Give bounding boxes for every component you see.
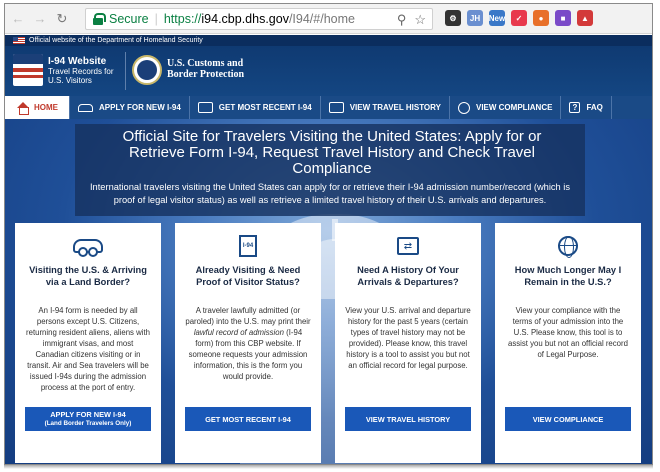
nav-apply[interactable]: APPLY FOR NEW I-94	[70, 96, 190, 119]
site-subtitle: Travel Records for U.S. Visitors	[48, 67, 114, 85]
jh-extension[interactable]: JH	[467, 10, 483, 26]
button-sublabel: (Land Border Travelers Only)	[44, 420, 132, 427]
nav-apply-label: APPLY FOR NEW I-94	[99, 103, 181, 112]
hero-section: Official Site for Travelers Visiting the…	[5, 119, 652, 464]
view-travel-history-button[interactable]: VIEW TRAVEL HISTORY	[345, 407, 471, 431]
card-document-icon: I-94	[233, 235, 263, 257]
purple-extension-icon[interactable]: ■	[555, 10, 571, 26]
card-body: An I-94 form is needed by all persons ex…	[26, 306, 150, 392]
url-protocol: https://	[163, 12, 202, 26]
url-path: /I94/#/home	[288, 12, 355, 26]
card-globe-icon	[553, 235, 583, 258]
nav-faq-label: FAQ	[586, 103, 603, 112]
button-label: VIEW COMPLIANCE	[532, 414, 604, 424]
home-icon	[17, 102, 29, 115]
nav-get-recent-label: GET MOST RECENT I-94	[218, 103, 312, 112]
card-body-italic: lawful record of admission	[193, 328, 284, 337]
card-get-recent: I-94 Already Visiting & Need Proof of Vi…	[175, 223, 321, 463]
nav-compliance[interactable]: VIEW COMPLIANCE	[450, 96, 562, 119]
card-title: Need A History Of Your Arrivals & Depart…	[357, 265, 459, 287]
card-car-icon	[73, 235, 103, 257]
button-label: APPLY FOR NEW I-94	[50, 410, 126, 419]
card-body: View your compliance with the terms of y…	[508, 306, 628, 359]
url-host: i94.cbp.dhs.gov	[201, 12, 289, 26]
bookmark-star-icon[interactable]: ☆	[414, 12, 426, 28]
red-extension-icon[interactable]: ▲	[577, 10, 593, 26]
browser-toolbar: ← → ↻ Secure | https:// i94.cbp.dhs.gov …	[5, 4, 652, 34]
document-icon	[197, 102, 213, 113]
apply-new-i94-button[interactable]: APPLY FOR NEW I-94 (Land Border Traveler…	[25, 407, 151, 431]
button-label: VIEW TRAVEL HISTORY	[365, 414, 451, 424]
omnibox-actions: ⚲ ☆	[397, 12, 426, 28]
globe-icon	[457, 101, 470, 114]
orange-extension-icon[interactable]: ●	[533, 10, 549, 26]
back-arrow-icon[interactable]: ←	[9, 10, 27, 28]
card-title: Already Visiting & Need Proof of Visitor…	[195, 265, 301, 287]
card-title: Visiting the U.S. & Arriving via a Land …	[29, 265, 147, 287]
card-apply: Visiting the U.S. & Arriving via a Land …	[15, 223, 161, 463]
hero-text: International travelers visiting the Uni…	[89, 182, 571, 205]
view-compliance-button[interactable]: VIEW COMPLIANCE	[505, 407, 631, 431]
hero-title: Official Site for Travelers Visiting the…	[122, 128, 542, 177]
nav-get-recent[interactable]: GET MOST RECENT I-94	[190, 96, 321, 119]
address-bar[interactable]: Secure | https:// i94.cbp.dhs.gov /I94/#…	[85, 8, 433, 30]
main-nav: HOME APPLY FOR NEW I-94 GET MOST RECENT …	[5, 96, 652, 119]
screenshot-frame: ← → ↻ Secure | https:// i94.cbp.dhs.gov …	[4, 3, 653, 465]
nav-travel-history-label: VIEW TRAVEL HISTORY	[349, 103, 441, 112]
site-name[interactable]: I-94 Website	[48, 57, 106, 67]
nav-compliance-label: VIEW COMPLIANCE	[475, 103, 553, 112]
car-icon	[78, 103, 93, 112]
gov-banner-text: Official website of the Department of Ho…	[29, 37, 203, 44]
nav-home-label: HOME	[34, 103, 58, 112]
gov-banner: Official website of the Department of Ho…	[5, 35, 652, 46]
card-title: How Much Longer May I Remain in the U.S.…	[514, 265, 622, 287]
nav-home[interactable]: HOME	[5, 96, 70, 119]
us-flag-icon	[13, 37, 25, 44]
nav-faq[interactable]: ? FAQ	[561, 96, 612, 119]
card-travel-history: ⇄ Need A History Of Your Arrivals & Depa…	[335, 223, 481, 463]
nav-travel-history[interactable]: VIEW TRAVEL HISTORY	[321, 96, 450, 119]
card-body-pre: A traveler lawfully admitted (or paroled…	[185, 306, 311, 326]
pocket-extension-icon[interactable]: ✓	[511, 10, 527, 26]
card-body: A traveler lawfully admitted (or paroled…	[185, 305, 311, 382]
i94-logo-icon[interactable]	[13, 54, 43, 86]
get-most-recent-i94-button[interactable]: GET MOST RECENT I-94	[185, 407, 311, 431]
card-body: View your U.S. arrival and departure his…	[345, 306, 471, 370]
button-label: GET MOST RECENT I-94	[205, 414, 291, 424]
header-divider	[125, 52, 126, 90]
lock-icon	[92, 13, 106, 25]
new-extension[interactable]: New	[489, 10, 505, 26]
site-header: I-94 Website Travel Records for U.S. Vis…	[5, 46, 652, 96]
frame-shadow	[4, 465, 653, 469]
card-compliance: How Much Longer May I Remain in the U.S.…	[495, 223, 641, 463]
zoom-icon[interactable]: ⚲	[397, 12, 407, 28]
swap-icon	[328, 102, 344, 113]
help-icon: ?	[569, 102, 581, 113]
agency-name: U.S. Customs and Border Protection	[167, 58, 245, 80]
dhs-seal-icon	[132, 55, 162, 85]
forward-arrow-icon[interactable]: →	[31, 10, 49, 28]
reload-icon[interactable]: ↻	[53, 10, 71, 28]
omnibox-separator: |	[154, 12, 158, 26]
secure-label: Secure	[109, 12, 149, 26]
gear-extension-icon[interactable]: ⚙	[445, 10, 461, 26]
card-swap-icon: ⇄	[393, 235, 423, 257]
